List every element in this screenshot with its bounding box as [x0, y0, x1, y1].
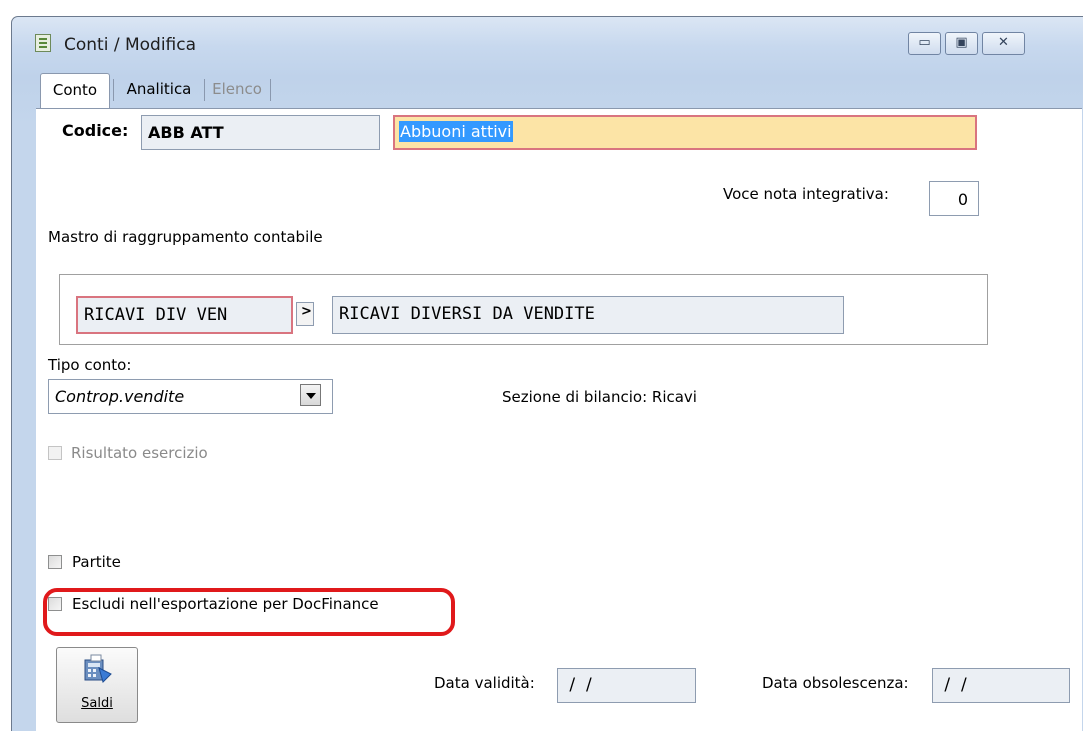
calculator-icon	[84, 654, 112, 683]
codice-label: Codice:	[62, 121, 129, 140]
partite-checkbox[interactable]	[48, 555, 62, 569]
tipo-conto-label: Tipo conto:	[48, 356, 132, 374]
mastro-description-field: RICAVI DIVERSI DA VENDITE	[332, 296, 844, 334]
risultato-esercizio-checkbox	[48, 446, 62, 460]
mastro-label: Mastro di raggruppamento contabile	[48, 228, 323, 246]
partite-label: Partite	[72, 553, 121, 571]
maximize-icon: ▣	[955, 35, 968, 50]
tipo-conto-select[interactable]: Controp.vendite	[48, 379, 333, 414]
title-bar: Conti / Modifica ▭ ▣ ✕	[12, 17, 1083, 73]
close-button[interactable]: ✕	[982, 32, 1025, 55]
chevron-down-icon	[306, 393, 316, 399]
voce-nota-field[interactable]: 0	[929, 181, 979, 216]
tipo-conto-value: Controp.vendite	[55, 387, 185, 406]
mastro-group-box: RICAVI DIV VEN > RICAVI DIVERSI DA VENDI…	[59, 274, 988, 345]
maximize-button[interactable]: ▣	[945, 32, 978, 55]
tab-elenco: Elenco	[212, 80, 262, 98]
tipo-conto-dropdown-button[interactable]	[300, 384, 321, 406]
application-window: Conti / Modifica ▭ ▣ ✕ Conto Analitica E…	[11, 16, 1083, 731]
saldi-label: Saldi	[81, 696, 113, 711]
annotation-highlight-ring	[43, 588, 455, 636]
tab-separator	[113, 79, 114, 101]
tab-panel-conto: Codice: ABB ATT Abbuoni attivi Voce nota…	[36, 108, 1082, 731]
tab-separator	[270, 79, 271, 101]
mastro-code-field[interactable]: RICAVI DIV VEN	[76, 296, 293, 334]
zoom-arrow-icon: >	[301, 304, 312, 319]
window-title: Conti / Modifica	[64, 35, 197, 55]
saldi-button[interactable]: Saldi	[56, 647, 138, 723]
data-validita-label: Data validità:	[434, 674, 535, 692]
data-validita-field[interactable]: / /	[557, 668, 696, 703]
descrizione-field[interactable]: Abbuoni attivi	[393, 115, 977, 150]
sezione-bilancio-text: Sezione di bilancio: Ricavi	[502, 388, 697, 406]
minimize-button[interactable]: ▭	[908, 32, 941, 55]
risultato-esercizio-label: Risultato esercizio	[71, 444, 208, 462]
descrizione-selected-text: Abbuoni attivi	[399, 121, 513, 142]
codice-field[interactable]: ABB ATT	[141, 115, 380, 150]
minimize-icon: ▭	[918, 35, 931, 50]
voce-nota-label: Voce nota integrativa:	[723, 185, 889, 203]
mastro-zoom-button[interactable]: >	[296, 302, 314, 326]
tab-conto[interactable]: Conto	[40, 73, 110, 109]
tab-analitica[interactable]: Analitica	[116, 73, 202, 109]
data-obsolescenza-field[interactable]: / /	[932, 668, 1070, 703]
tab-separator	[204, 79, 205, 101]
form-icon	[35, 34, 51, 52]
close-icon: ✕	[998, 35, 1009, 50]
data-obsolescenza-label: Data obsolescenza:	[762, 674, 909, 692]
tab-strip: Conto Analitica Elenco	[36, 73, 1076, 109]
